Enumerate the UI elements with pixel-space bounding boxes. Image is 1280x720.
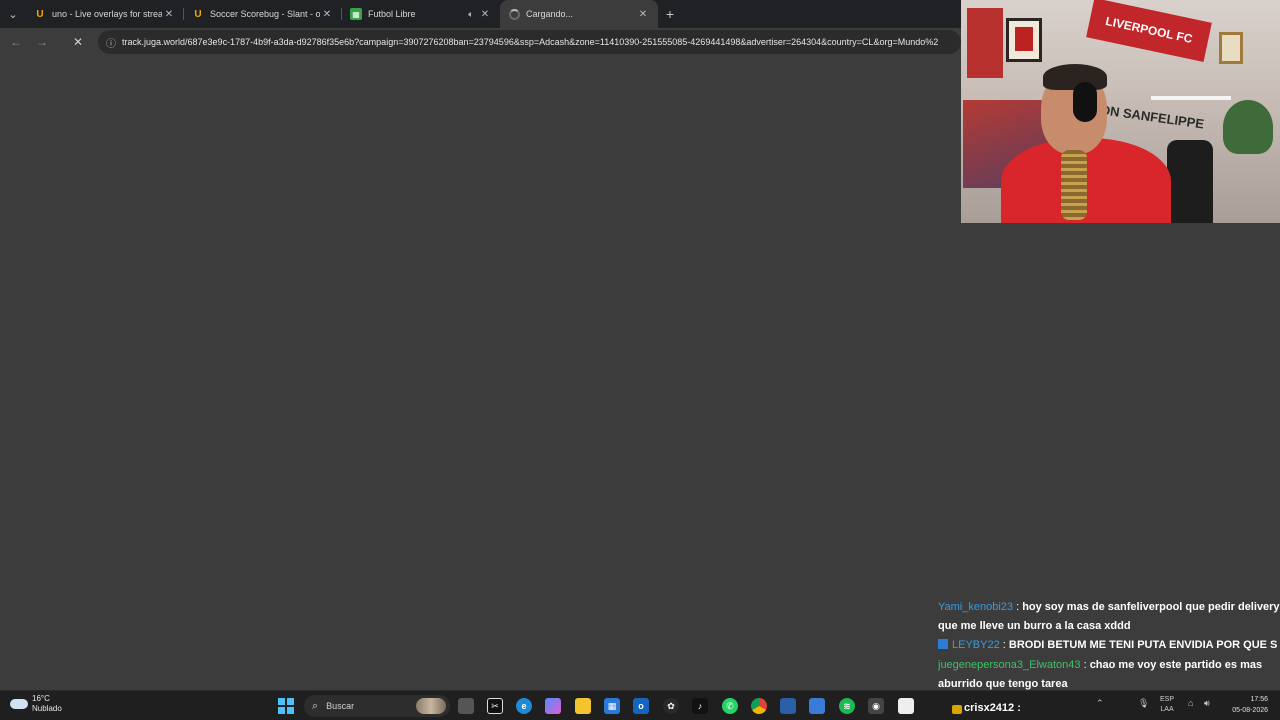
- volume-icon[interactable]: 🔊︎: [1204, 698, 1210, 709]
- tab-title: Cargando...: [526, 9, 574, 19]
- windows-taskbar: 16°C Nublado ⌕ Buscar ✂ e ▦ o ✿ ♪ ✆ ≋ ◉ …: [0, 690, 1280, 720]
- tab-search-chevron-icon[interactable]: ⌄: [0, 0, 26, 28]
- liverpool-banner: LIVERPOOL FC: [1086, 0, 1212, 63]
- tab-title: Soccer Scorebug - Slant - overl: [210, 9, 320, 19]
- spotify-icon[interactable]: ≋: [839, 698, 855, 714]
- back-arrow-icon[interactable]: ←: [4, 30, 28, 54]
- whatsapp-icon[interactable]: ✆: [722, 698, 738, 714]
- chat-text: BRODI BETUM ME TENI PUTA ENVIDIA POR QUE…: [1008, 639, 1278, 651]
- search-highlight-image: [416, 698, 446, 714]
- forward-arrow-icon[interactable]: →: [30, 30, 54, 54]
- close-tab-icon[interactable]: ✕: [636, 9, 650, 20]
- chat-username: Yami_kenobi23: [938, 601, 1014, 613]
- microphone-tray-icon[interactable]: 🎙︎: [1138, 698, 1149, 709]
- tiktok-icon[interactable]: ♪: [692, 698, 708, 714]
- file-explorer-icon[interactable]: [575, 698, 591, 714]
- clock-date: 05-08-2026: [1232, 707, 1268, 714]
- close-tab-icon[interactable]: ✕: [320, 9, 334, 20]
- stream-alert-user: crisx2412 :: [964, 702, 1021, 714]
- microsoft-store-icon[interactable]: ▦: [604, 698, 620, 714]
- soccer-field-icon: ▦: [350, 8, 362, 20]
- tab-futbol-libre[interactable]: ▦ Futbol Libre 🔈︎ ✕: [342, 0, 500, 28]
- language-indicator[interactable]: ESP LAA: [1160, 695, 1174, 715]
- uno-logo-icon: U: [194, 8, 202, 20]
- chatgpt-icon[interactable]: ✿: [663, 698, 679, 714]
- uno-logo-icon: U: [36, 8, 44, 20]
- chat-message: juegenepersona3_Elwaton43 : chao me voy …: [938, 659, 1263, 690]
- stop-loading-icon[interactable]: ✕: [66, 30, 90, 54]
- screen: ⌄ U uno - Live overlays for streamin ✕ U…: [0, 0, 1280, 720]
- search-icon: ⌕: [312, 699, 319, 712]
- tab-uno-overlays[interactable]: U uno - Live overlays for streamin ✕: [26, 0, 184, 28]
- document-icon[interactable]: [898, 698, 914, 714]
- taskbar-clock[interactable]: 17:56 05-08-2026: [1224, 694, 1268, 716]
- speaker-icon[interactable]: 🔈︎: [464, 9, 478, 20]
- tab-title: Futbol Libre: [368, 9, 416, 19]
- chat-username: juegenepersona3_Elwaton43: [938, 659, 1081, 671]
- chat-message: Yami_kenobi23 : hoy soy mas de sanfelive…: [938, 601, 1280, 632]
- capcut-icon[interactable]: ✂: [487, 698, 503, 714]
- url-text[interactable]: track.juga.world/687e3e9c-1787-4b9f-a3da…: [122, 37, 938, 47]
- weather-temp: 16°C: [32, 694, 50, 703]
- weather-desc: Nublado: [32, 704, 62, 713]
- chrome-icon[interactable]: [751, 698, 767, 714]
- browser-toolbar: ← → ✕ ⓘ track.juga.world/687e3e9c-1787-4…: [0, 28, 961, 56]
- new-tab-plus-icon[interactable]: +: [658, 0, 682, 28]
- chat-username: LEYBY22: [952, 639, 1000, 651]
- weather-widget[interactable]: 16°C Nublado: [10, 694, 62, 714]
- network-icon[interactable]: ⌂: [1188, 698, 1193, 708]
- address-bar[interactable]: ⓘ track.juga.world/687e3e9c-1787-4b9f-a3…: [98, 30, 961, 54]
- loading-spinner-icon: [508, 8, 520, 20]
- microphone-icon: [1061, 150, 1087, 220]
- close-tab-icon[interactable]: ✕: [162, 9, 176, 20]
- taskbar-search[interactable]: ⌕ Buscar: [304, 695, 450, 717]
- subscriber-badge-icon: [938, 639, 948, 649]
- clock-time: 17:56: [1250, 696, 1268, 703]
- headset-icon: [1073, 82, 1097, 122]
- tab-loading[interactable]: Cargando... ✕: [500, 0, 658, 28]
- app-icon[interactable]: [780, 698, 796, 714]
- task-view-icon[interactable]: [458, 698, 474, 714]
- webcam-overlay: LIVERPOOL FC AÑON SANFELIPPE: [961, 0, 1280, 223]
- tab-strip: ⌄ U uno - Live overlays for streamin ✕ U…: [0, 0, 961, 28]
- tab-title: uno - Live overlays for streamin: [52, 9, 162, 19]
- edge-browser-icon[interactable]: e: [516, 698, 532, 714]
- tab-soccer-scorebug[interactable]: U Soccer Scorebug - Slant - overl ✕: [184, 0, 342, 28]
- close-tab-icon[interactable]: ✕: [478, 9, 492, 20]
- monitor-app-icon[interactable]: [809, 698, 825, 714]
- search-label: Buscar: [326, 701, 355, 711]
- alert-badge-icon: [952, 705, 962, 714]
- cloud-icon: [10, 699, 28, 709]
- tray-chevron-icon[interactable]: ⌃: [1096, 698, 1104, 709]
- chat-message: LEYBY22 : BRODI BETUM ME TENI PUTA ENVID…: [938, 636, 1280, 656]
- windows-start-icon[interactable]: [278, 698, 294, 714]
- outlook-icon[interactable]: o: [633, 698, 649, 714]
- obs-icon[interactable]: ◉: [868, 698, 884, 714]
- site-info-icon[interactable]: ⓘ: [106, 35, 116, 50]
- copilot-icon[interactable]: [545, 698, 561, 714]
